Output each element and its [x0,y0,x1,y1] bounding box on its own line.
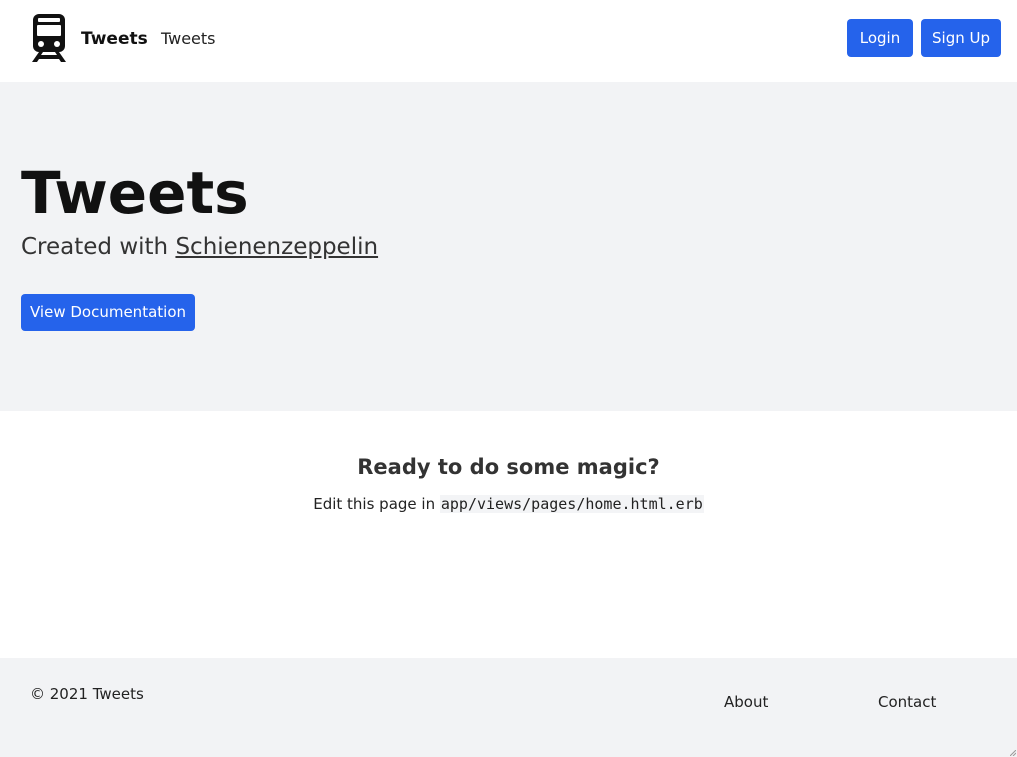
view-documentation-button[interactable]: View Documentation [21,294,195,331]
footer-link-contact[interactable]: Contact [878,692,936,712]
hero-subtitle-text: Created with [21,234,176,260]
login-button[interactable]: Login [847,19,913,57]
file-path-code: app/views/pages/home.html.erb [439,495,704,513]
resize-grip-icon[interactable] [1010,750,1016,756]
main-text: Edit this page in app/views/pages/home.h… [0,493,1017,515]
hero-subtitle: Created with Schienenzeppelin [21,232,378,262]
footer: © 2021 Tweets About Contact [0,658,1017,757]
footer-link-about[interactable]: About [724,692,768,712]
nav-link-tweets[interactable]: Tweets [161,28,216,50]
brand-name[interactable]: Tweets [81,28,148,50]
hero-section: Tweets Created with Schienenzeppelin Vie… [0,82,1017,411]
page-title: Tweets [21,159,249,227]
main-heading: Ready to do some magic? [357,455,660,479]
train-icon[interactable] [30,14,68,62]
sign-up-button[interactable]: Sign Up [921,19,1001,57]
navbar: Tweets Tweets Login Sign Up [0,0,1017,82]
schienenzeppelin-link[interactable]: Schienenzeppelin [175,234,378,260]
copyright: © 2021 Tweets [30,685,144,703]
main-text-prefix: Edit this page in [313,495,440,513]
